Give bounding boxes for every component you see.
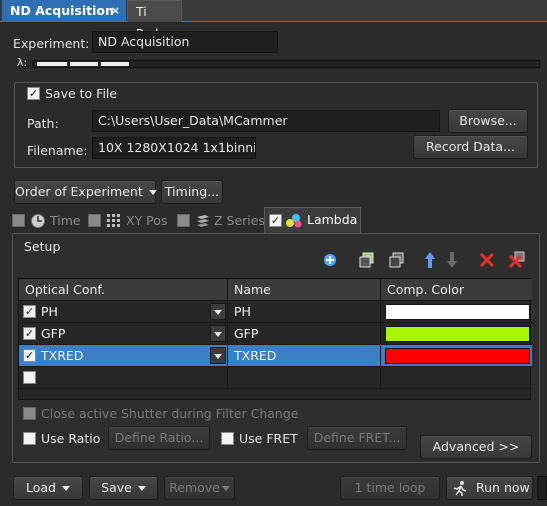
- browse-button[interactable]: Browse...: [448, 109, 528, 133]
- chevron-down-icon: [62, 486, 70, 491]
- add-icon[interactable]: [320, 250, 340, 270]
- move-up-icon[interactable]: [420, 250, 440, 270]
- copy-icon[interactable]: [357, 250, 377, 270]
- delete-icon[interactable]: [477, 250, 497, 270]
- tab-z-series[interactable]: Z Series: [177, 209, 265, 233]
- path-label: Path:: [27, 116, 59, 131]
- table-row-selected[interactable]: TXRED ✓ TXRED: [19, 345, 532, 367]
- optical-config-table: Optical Conf. Name Comp. Color PH ✓ PH G…: [18, 278, 532, 400]
- order-of-experiment-dropdown[interactable]: Order of Experiment: [14, 180, 157, 204]
- lambda-segment: [70, 62, 98, 66]
- delete-all-icon[interactable]: [507, 250, 527, 270]
- define-ratio-button[interactable]: Define Ratio...: [108, 426, 210, 450]
- path-field[interactable]: C:\Users\User_Data\MCammer: [92, 110, 440, 132]
- save-button[interactable]: Save: [89, 476, 158, 500]
- save-to-file-label: Save to File: [45, 86, 118, 101]
- optical-conf-cell[interactable]: TXRED: [19, 345, 228, 367]
- color-cell[interactable]: [381, 345, 532, 367]
- experiment-label: Experiment:: [13, 36, 90, 51]
- remove-button[interactable]: Remove: [164, 476, 235, 500]
- chevron-down-icon: [137, 486, 146, 491]
- color-swatch[interactable]: [385, 348, 530, 364]
- run-figure-icon: [453, 481, 467, 496]
- table-row[interactable]: GFP ✓ GFP: [19, 323, 532, 345]
- load-label: Load: [26, 480, 56, 495]
- tab-xy-pos-label: XY Pos: [126, 213, 168, 228]
- table-row[interactable]: PH ✓ PH: [19, 301, 532, 323]
- name-cell[interactable]: [228, 367, 381, 389]
- use-fret-checkbox[interactable]: [221, 432, 234, 445]
- duplicate-icon[interactable]: [387, 250, 407, 270]
- order-of-experiment-label: Order of Experiment: [15, 184, 143, 199]
- chevron-down-icon: [221, 486, 230, 491]
- use-ratio-checkbox[interactable]: [23, 432, 36, 445]
- tab-time[interactable]: Time: [12, 209, 82, 233]
- use-ratio-label: Use Ratio: [41, 431, 101, 446]
- lambda-dots-icon: [286, 214, 302, 228]
- filename-field[interactable]: 10X 1280X1024 1x1binning: [92, 137, 256, 159]
- color-swatch[interactable]: [385, 304, 530, 320]
- optical-conf-dropdown-icon[interactable]: [210, 303, 226, 320]
- resize-handle[interactable]: [537, 476, 547, 500]
- advanced-button[interactable]: Advanced >>: [420, 435, 532, 459]
- row-checkbox[interactable]: ✓: [23, 327, 36, 340]
- tab-time-label: Time: [50, 213, 81, 228]
- column-header-comp-color[interactable]: Comp. Color: [381, 279, 532, 301]
- optical-conf-cell[interactable]: [19, 367, 228, 389]
- lambda-segment: [101, 62, 129, 66]
- experiment-name-field[interactable]: ND Acquisition: [92, 31, 278, 53]
- lambda-segment: [37, 62, 67, 66]
- color-swatch[interactable]: [385, 326, 530, 342]
- define-fret-button[interactable]: Define FRET...: [307, 426, 407, 450]
- optical-conf-cell[interactable]: GFP: [19, 323, 228, 345]
- tab-label: ND Acquisition: [10, 3, 114, 18]
- z-series-checkbox[interactable]: [177, 214, 190, 227]
- xy-grid-icon: [107, 214, 120, 227]
- close-icon[interactable]: ×: [111, 0, 120, 22]
- table-row-empty[interactable]: [19, 367, 532, 389]
- column-header-optical-conf[interactable]: Optical Conf.: [19, 279, 228, 301]
- row-checkbox[interactable]: ✓: [23, 349, 36, 362]
- run-now-label: Run now: [476, 480, 530, 495]
- tab-nd-acquisition[interactable]: ND Acquisition ×: [2, 0, 126, 22]
- optical-conf-cell[interactable]: PH: [19, 301, 228, 323]
- load-button[interactable]: Load: [13, 476, 83, 500]
- row-checkbox[interactable]: ✓: [23, 305, 36, 318]
- record-data-button[interactable]: Record Data...: [413, 135, 528, 159]
- xy-pos-checkbox[interactable]: [88, 214, 101, 227]
- optical-conf-dropdown-icon[interactable]: [210, 347, 226, 364]
- tab-lambda-label: Lambda: [307, 212, 358, 227]
- name-cell[interactable]: TXRED: [228, 345, 381, 367]
- one-time-loop-button[interactable]: 1 time loop: [340, 476, 440, 500]
- timing-button[interactable]: Timing...: [161, 180, 223, 204]
- chevron-down-icon: [148, 190, 157, 195]
- lambda-checkbox[interactable]: ✓: [269, 214, 282, 227]
- remove-label: Remove: [169, 480, 220, 495]
- save-to-file-checkbox[interactable]: ✓: [27, 87, 40, 100]
- run-now-button[interactable]: Run now: [446, 476, 533, 500]
- time-checkbox[interactable]: [12, 214, 25, 227]
- lambda-strip: [32, 60, 540, 68]
- close-shutter-label: Close active Shutter during Filter Chang…: [41, 406, 299, 421]
- document-tab-bar: ND Acquisition × Ti Pad: [0, 0, 547, 41]
- close-shutter-checkbox[interactable]: [23, 407, 36, 420]
- column-header-name[interactable]: Name: [228, 279, 381, 301]
- name-cell[interactable]: PH: [228, 301, 381, 323]
- tab-xy-pos[interactable]: XY Pos: [88, 209, 170, 233]
- filename-label: Filename:: [27, 143, 88, 158]
- optical-conf-dropdown-icon[interactable]: [210, 325, 226, 342]
- tab-z-series-label: Z Series: [214, 213, 265, 228]
- color-cell[interactable]: [381, 301, 532, 323]
- tab-lambda[interactable]: ✓ Lambda: [264, 207, 361, 234]
- clock-icon: [31, 214, 45, 228]
- save-label: Save: [101, 480, 132, 495]
- tab-ti-pad[interactable]: Ti Pad: [127, 0, 182, 41]
- z-stack-icon: [197, 215, 209, 227]
- lambda-label: λ:: [17, 56, 28, 69]
- use-fret-label: Use FRET: [239, 431, 298, 446]
- setup-label: Setup: [24, 239, 61, 254]
- name-cell[interactable]: GFP: [228, 323, 381, 345]
- move-down-icon[interactable]: [442, 250, 462, 270]
- color-cell[interactable]: [381, 323, 532, 345]
